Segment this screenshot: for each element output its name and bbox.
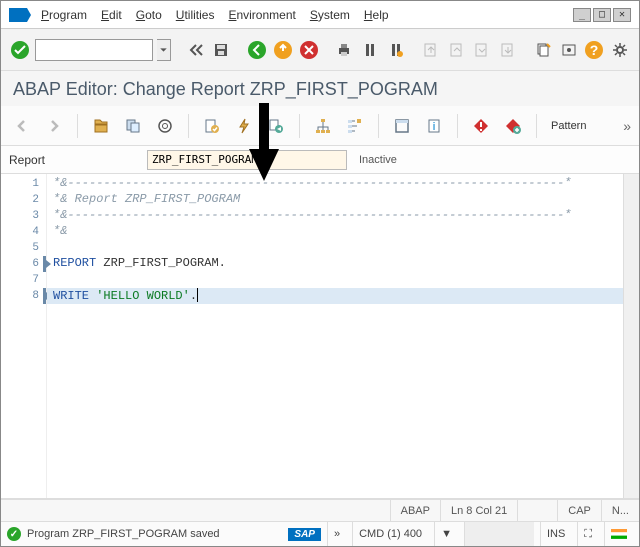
status-cursor: Ln 8 Col 21 xyxy=(440,500,517,521)
command-dropdown[interactable] xyxy=(157,39,171,61)
other-object-icon[interactable] xyxy=(120,114,146,138)
breakpoint-ext-icon[interactable] xyxy=(500,114,526,138)
display-object-list-icon[interactable] xyxy=(88,114,114,138)
last-page-icon[interactable] xyxy=(497,39,519,61)
where-used-icon[interactable] xyxy=(310,114,336,138)
menu-utilities[interactable]: Utilities xyxy=(176,8,215,22)
shortcut-icon[interactable] xyxy=(558,39,580,61)
status-ins: INS xyxy=(540,522,571,546)
status-message: Program ZRP_FIRST_POGRAM saved xyxy=(27,528,220,540)
help-icon[interactable]: ? xyxy=(583,39,605,61)
enhance-icon[interactable] xyxy=(152,114,178,138)
report-row: Report Inactive xyxy=(1,146,639,174)
sap-logo-icon xyxy=(9,8,27,22)
new-session-icon[interactable] xyxy=(532,39,554,61)
menu-system[interactable]: System xyxy=(310,8,350,22)
menu-bar: Program Edit Goto Utilities Environment … xyxy=(1,1,639,29)
report-status: Inactive xyxy=(359,154,397,166)
save-icon[interactable] xyxy=(210,39,232,61)
editor-status-bar: ABAP Ln 8 Col 21 CAP N... xyxy=(1,499,639,521)
code-area[interactable]: *&--------------------------------------… xyxy=(47,174,623,498)
help-doc-icon[interactable]: i xyxy=(421,114,447,138)
menu-help[interactable]: Help xyxy=(364,8,389,22)
system-status-bar: ✓ Program ZRP_FIRST_POGRAM saved SAP » C… xyxy=(1,521,639,546)
application-toolbar: i Pattern » xyxy=(1,106,639,146)
status-ok-icon: ✓ xyxy=(7,527,21,541)
find-next-icon[interactable] xyxy=(385,39,407,61)
svg-text:i: i xyxy=(432,121,435,133)
status-client: CMD (1) 400 xyxy=(352,522,428,546)
toolbar-overflow-icon[interactable]: » xyxy=(623,118,631,134)
close-button[interactable]: ✕ xyxy=(613,8,631,22)
check-icon[interactable] xyxy=(199,114,225,138)
command-field[interactable] xyxy=(35,39,153,61)
code-editor[interactable]: 1 2 3 4 5 6 7 8 *&----------------------… xyxy=(1,174,639,499)
back-dbl-icon[interactable] xyxy=(185,39,207,61)
menu-environment[interactable]: Environment xyxy=(228,8,295,22)
first-page-icon[interactable] xyxy=(420,39,442,61)
minimize-button[interactable]: _ xyxy=(573,8,591,22)
menu-edit[interactable]: Edit xyxy=(101,8,122,22)
line-gutter: 1 2 3 4 5 6 7 8 xyxy=(1,174,47,498)
print-icon[interactable] xyxy=(334,39,356,61)
nav-fwd-icon[interactable] xyxy=(41,114,67,138)
status-num: N... xyxy=(601,500,639,521)
standard-toolbar: ? xyxy=(1,29,639,71)
find-icon[interactable] xyxy=(359,39,381,61)
annotation-arrow-icon xyxy=(247,103,281,181)
cancel-icon[interactable] xyxy=(298,39,320,61)
sap-badge: SAP xyxy=(288,528,321,541)
svg-text:?: ? xyxy=(590,42,599,58)
status-lang: ABAP xyxy=(390,500,440,521)
pattern-button[interactable]: Pattern xyxy=(547,118,590,134)
vertical-scrollbar[interactable] xyxy=(623,174,639,498)
report-label: Report xyxy=(9,153,139,167)
maximize-button[interactable]: □ xyxy=(593,8,611,22)
display-nav-icon[interactable] xyxy=(342,114,368,138)
breakpoint-set-icon[interactable] xyxy=(468,114,494,138)
back-icon[interactable] xyxy=(246,39,268,61)
prev-page-icon[interactable] xyxy=(446,39,468,61)
enter-icon[interactable] xyxy=(9,39,31,61)
nav-back-icon[interactable] xyxy=(9,114,35,138)
fullscreen-icon[interactable] xyxy=(389,114,415,138)
page-title: ABAP Editor: Change Report ZRP_FIRST_POG… xyxy=(1,71,639,106)
exit-icon[interactable] xyxy=(272,39,294,61)
menu-goto[interactable]: Goto xyxy=(136,8,162,22)
status-cap: CAP xyxy=(557,500,601,521)
status-flag-icon xyxy=(604,522,633,546)
menu-program[interactable]: Program xyxy=(41,8,87,22)
settings-icon[interactable] xyxy=(609,39,631,61)
window-controls: _ □ ✕ xyxy=(573,8,631,22)
next-page-icon[interactable] xyxy=(471,39,493,61)
